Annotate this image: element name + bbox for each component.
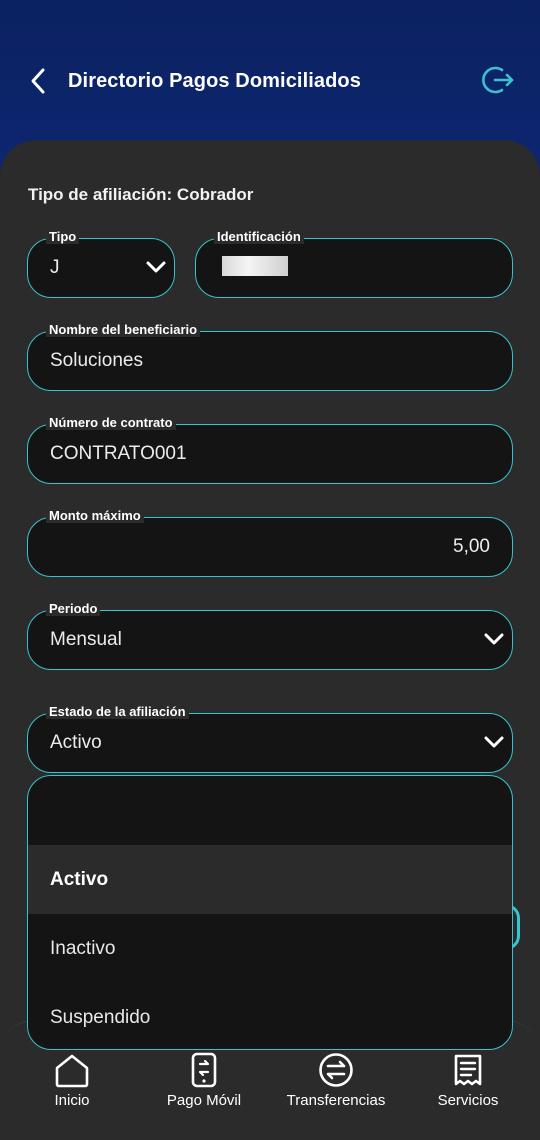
mobile-payment-icon bbox=[191, 1052, 217, 1088]
max-amount-value: 5,00 bbox=[453, 536, 490, 557]
affiliation-type-title: Tipo de afiliación: Cobrador bbox=[28, 185, 254, 204]
affiliation-status-select[interactable]: Estado de la afiliación Activo bbox=[27, 705, 513, 773]
dropdown-option-empty[interactable] bbox=[28, 776, 512, 845]
nav-item-servicios[interactable]: Servicios bbox=[434, 1052, 502, 1109]
dropdown-option-activo[interactable]: Activo bbox=[28, 845, 512, 914]
nav-item-transferencias[interactable]: Transferencias bbox=[283, 1052, 389, 1109]
nav-label-transferencias: Transferencias bbox=[286, 1092, 386, 1109]
logout-icon[interactable] bbox=[482, 63, 516, 97]
nav-item-pago-movil[interactable]: Pago Móvil bbox=[164, 1052, 244, 1109]
max-amount-label: Monto máximo bbox=[46, 509, 144, 523]
chevron-down-icon bbox=[142, 253, 170, 281]
beneficiary-name-field[interactable]: Nombre del beneficiario Soluciones bbox=[27, 323, 513, 391]
contract-number-value: CONTRATO001 bbox=[50, 443, 187, 464]
nav-label-servicios: Servicios bbox=[437, 1092, 499, 1109]
max-amount-field[interactable]: Monto máximo 5,00 bbox=[27, 509, 513, 577]
beneficiary-name-value: Soluciones bbox=[50, 350, 143, 371]
dropdown-option-suspendido[interactable]: Suspendido bbox=[28, 983, 512, 1049]
period-select[interactable]: Periodo Mensual bbox=[27, 602, 513, 670]
tipo-select[interactable]: Tipo J bbox=[27, 230, 175, 298]
period-value: Mensual bbox=[50, 629, 122, 650]
nav-label-pago-movil: Pago Móvil bbox=[166, 1092, 242, 1109]
dropdown-option-inactivo[interactable]: Inactivo bbox=[28, 914, 512, 983]
nav-item-inicio[interactable]: Inicio bbox=[52, 1052, 92, 1109]
nav-label-inicio: Inicio bbox=[54, 1092, 90, 1109]
contract-number-field[interactable]: Número de contrato CONTRATO001 bbox=[27, 416, 513, 484]
tipo-value: J bbox=[50, 257, 60, 278]
home-icon bbox=[55, 1054, 89, 1088]
transfer-icon bbox=[319, 1053, 353, 1087]
chevron-down-icon bbox=[480, 728, 508, 756]
affiliation-status-value: Activo bbox=[50, 732, 102, 753]
identificacion-field[interactable]: Identificación bbox=[195, 230, 513, 298]
chevron-down-icon bbox=[480, 625, 508, 653]
receipt-icon bbox=[454, 1054, 482, 1086]
chevron-left-icon[interactable] bbox=[26, 66, 50, 96]
identificacion-label: Identificación bbox=[214, 230, 304, 244]
page-title: Directorio Pagos Domiciliados bbox=[68, 70, 361, 92]
masked-identification-value bbox=[222, 256, 288, 276]
status-dropdown-menu: Activo Inactivo Suspendido bbox=[27, 775, 513, 1050]
